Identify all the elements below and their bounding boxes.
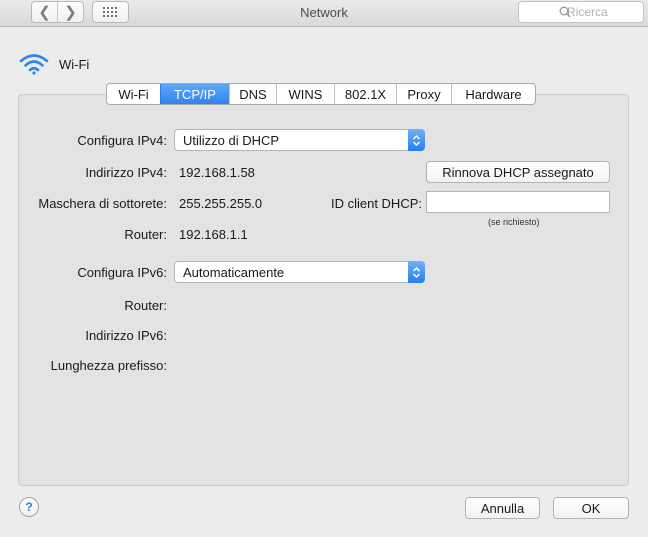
ipv4-address-value: 192.168.1.58 [179, 165, 255, 180]
cancel-button[interactable]: Annulla [465, 497, 540, 519]
settings-panel [18, 94, 629, 486]
tab-proxy[interactable]: Proxy [396, 84, 451, 104]
configure-ipv4-value: Utilizzo di DHCP [183, 132, 280, 148]
ipv6-address-label: Indirizzo IPv6: [85, 328, 167, 343]
tab-wins[interactable]: WINS [276, 84, 334, 104]
wifi-icon [19, 54, 49, 75]
dhcp-client-id-hint: (se richiesto) [488, 217, 540, 227]
ipv6-router-label: Router: [124, 298, 167, 313]
help-button[interactable]: ? [19, 497, 39, 517]
tab-tcpip[interactable]: TCP/IP [160, 84, 229, 104]
subnet-mask-label: Maschera di sottorete: [38, 196, 167, 211]
search-placeholder: Ricerca [567, 5, 608, 19]
tab-hardware[interactable]: Hardware [451, 84, 535, 104]
ok-button[interactable]: OK [553, 497, 629, 519]
ipv4-address-label: Indirizzo IPv4: [85, 165, 167, 180]
search-icon [559, 6, 571, 18]
configure-ipv4-popup[interactable]: Utilizzo di DHCP [174, 129, 425, 151]
dhcp-client-id-field[interactable] [426, 191, 610, 213]
configure-ipv4-label: Configura IPv4: [77, 133, 167, 148]
prefix-length-label: Lunghezza prefisso: [50, 358, 167, 373]
dhcp-client-id-label: ID client DHCP: [330, 196, 422, 211]
interface-header: Wi-Fi [19, 53, 89, 75]
subnet-mask-value: 255.255.255.0 [179, 196, 263, 211]
configure-ipv6-popup[interactable]: Automaticamente [174, 261, 425, 283]
tab-wifi[interactable]: Wi-Fi [107, 84, 160, 104]
renew-dhcp-button[interactable]: Rinnova DHCP assegnato [426, 161, 610, 183]
search-field[interactable]: Ricerca [518, 1, 644, 23]
tab-8021x[interactable]: 802.1X [334, 84, 396, 104]
ipv4-router-label: Router: [124, 227, 167, 242]
configure-ipv6-value: Automaticamente [183, 264, 285, 280]
tab-bar: Wi-Fi TCP/IP DNS WINS 802.1X Proxy Hardw… [106, 83, 536, 105]
interface-name: Wi-Fi [59, 56, 90, 72]
configure-ipv6-label: Configura IPv6: [77, 265, 167, 280]
popup-arrows-icon [408, 129, 425, 151]
window-toolbar: ❮ ❯ Network Ricerca [0, 0, 648, 27]
ipv4-router-value: 192.168.1.1 [179, 227, 248, 242]
tab-dns[interactable]: DNS [229, 84, 276, 104]
popup-arrows-icon [408, 261, 425, 283]
